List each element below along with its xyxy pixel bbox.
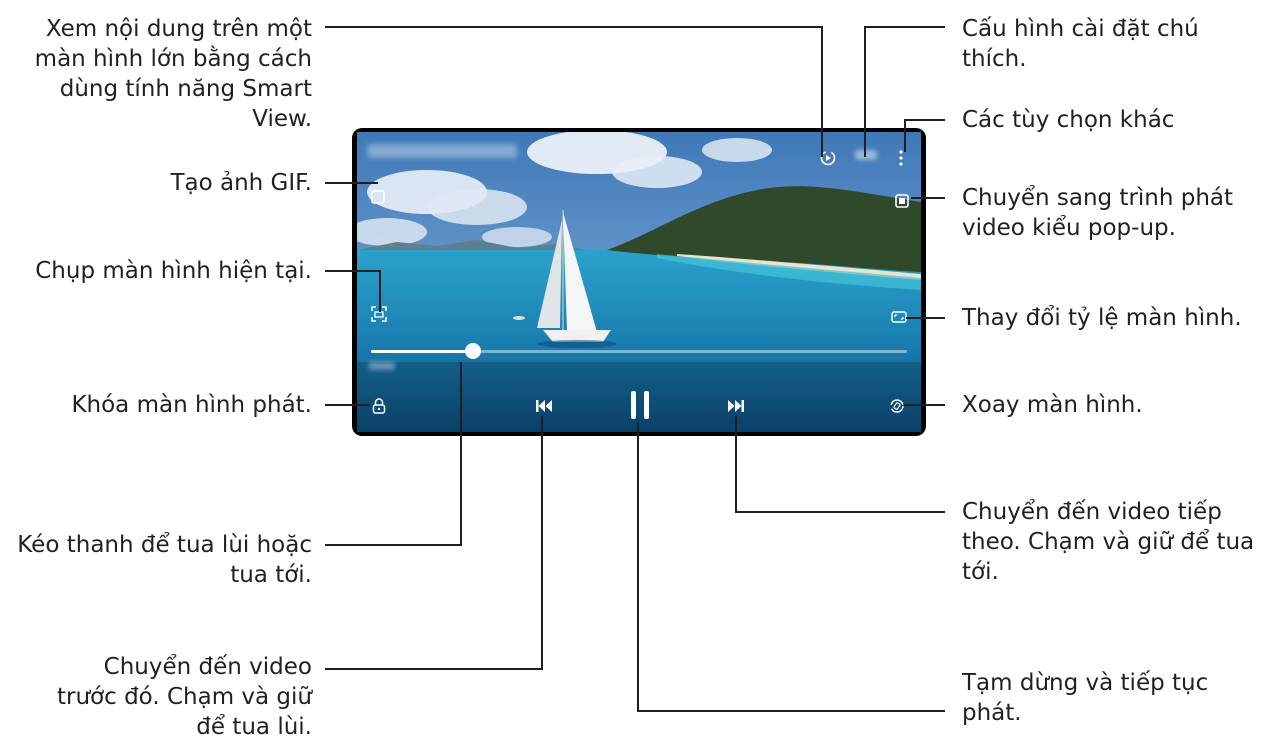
more-options-icon[interactable] [893,146,909,170]
seek-bar-progress [371,350,473,353]
phone-frame [352,128,926,436]
label-gif: Tạo ảnh GIF. [170,170,312,196]
popup-player-icon[interactable] [893,192,911,210]
next-icon[interactable] [724,394,748,418]
label-ratio: Thay đổi tỷ lệ màn hình. [962,305,1242,331]
label-smart-view: Xem nội dung trên một màn hình lớn bằng … [34,16,312,132]
seek-bar-thumb[interactable] [464,343,481,359]
elapsed-time-blurred [369,362,395,370]
label-lock: Khóa màn hình phát. [71,392,312,418]
screen-ratio-icon[interactable] [889,308,909,326]
rotate-icon[interactable] [887,396,907,416]
capture-icon[interactable] [369,304,389,324]
label-rotate: Xoay màn hình. [962,392,1143,418]
smart-view-icon[interactable] [816,146,840,170]
label-previous: Chuyển đến video trước đó. Chạm và giữ đ… [57,654,312,740]
leader-previous [325,415,543,670]
pause-icon[interactable] [625,388,655,422]
subtitle-icon[interactable] [855,150,877,160]
label-popup: Chuyển sang trình phát video kiểu pop-up… [962,185,1234,241]
video-frame-sailboat [357,132,921,432]
label-capture: Chụp màn hình hiện tại. [35,258,312,284]
seek-bar[interactable] [371,343,907,359]
gif-icon[interactable] [369,188,387,206]
label-pause: Tạm dừng và tiếp tục phát. [962,670,1209,726]
lock-icon[interactable] [369,396,389,416]
label-seek: Kéo thanh để tua lùi hoặc tua tới. [17,532,312,588]
leader-pause [637,422,945,712]
label-subtitle: Cấu hình cài đặt chú thích. [962,16,1199,72]
video-title-blurred [367,144,517,158]
label-more: Các tùy chọn khác [962,107,1175,133]
label-next: Chuyển đến video tiếp theo. Chạm và giữ … [962,499,1255,585]
video-player-screen[interactable] [357,132,921,432]
previous-icon[interactable] [532,394,556,418]
